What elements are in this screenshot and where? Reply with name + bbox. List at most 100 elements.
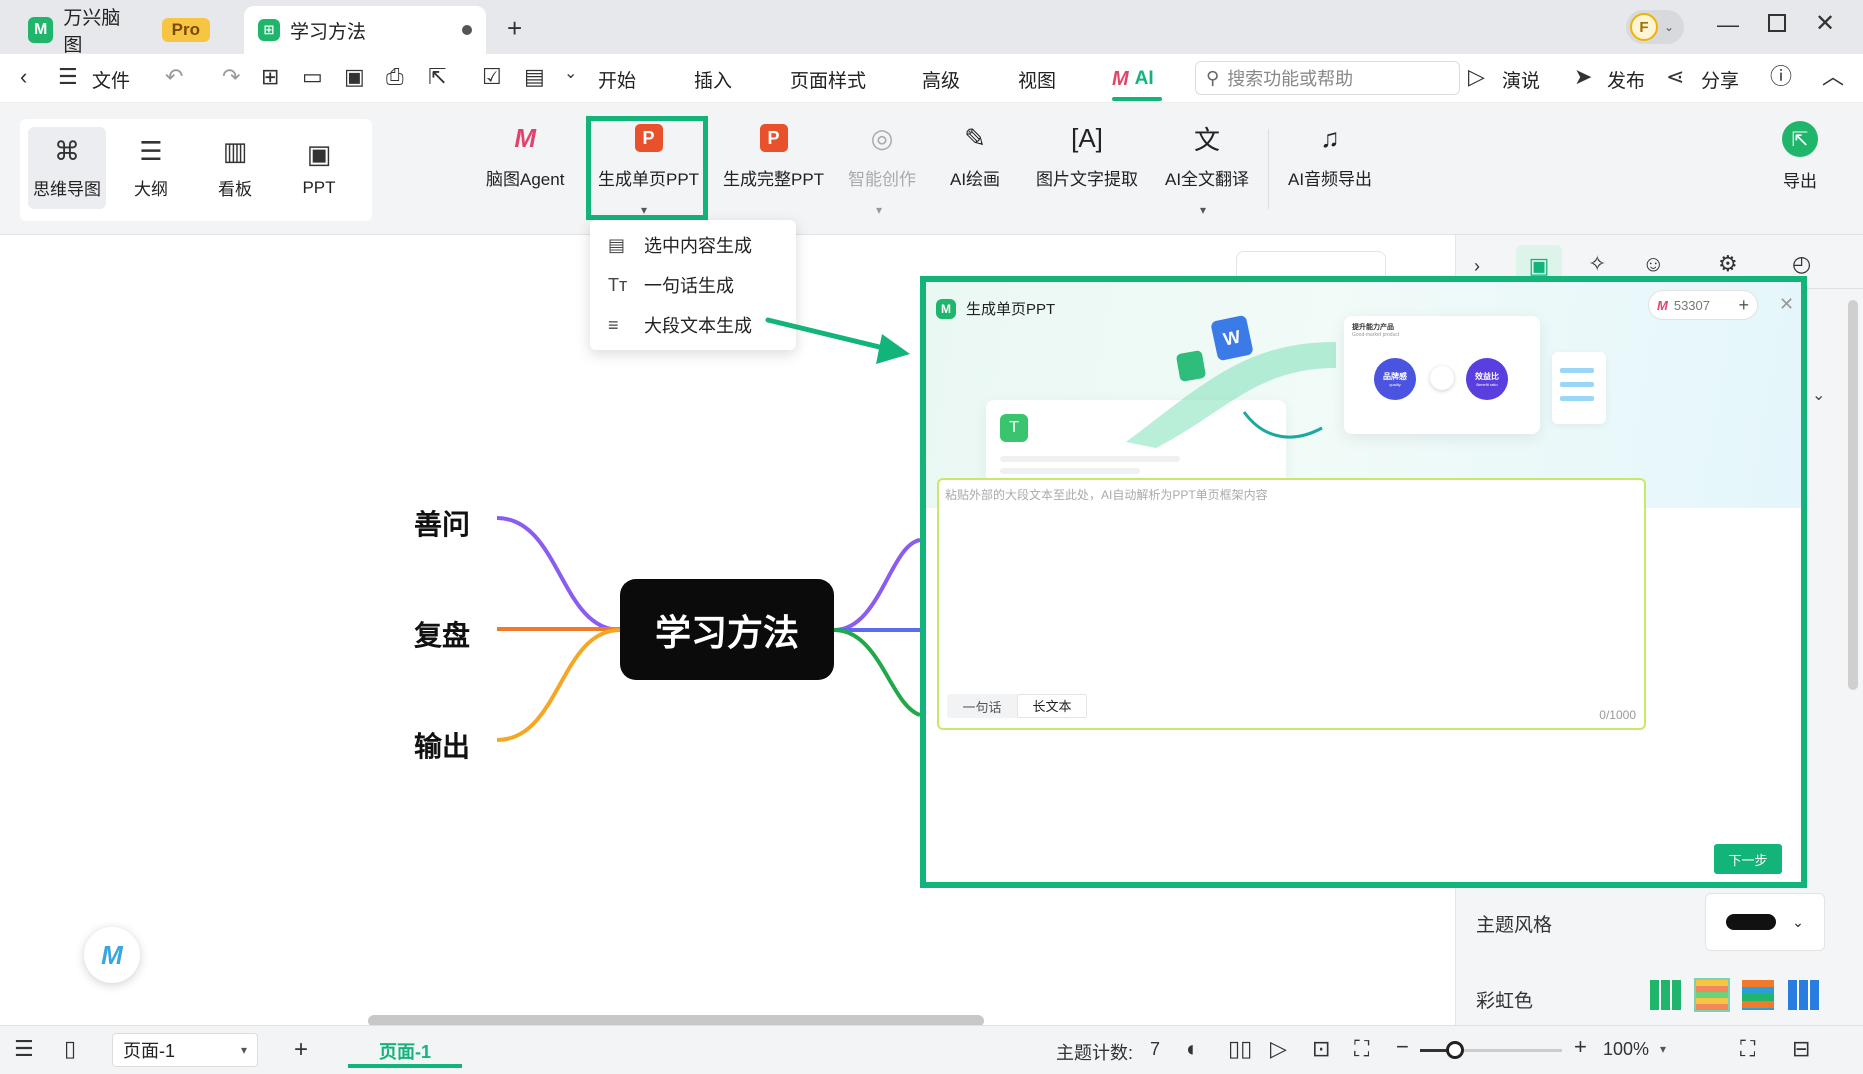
undo-icon[interactable]: ↶ — [165, 66, 183, 88]
zoom-in-icon[interactable]: + — [1574, 1036, 1587, 1058]
page-tab-active[interactable]: 页面-1 — [348, 1032, 462, 1068]
panel-chevron-down-icon[interactable]: ⌄ — [1812, 385, 1825, 405]
file-menu[interactable]: 文件 — [92, 66, 130, 93]
collapse-ribbon-icon[interactable]: ︿ — [1822, 66, 1844, 88]
ai-sparkle-icon[interactable]: ✧ — [1588, 253, 1606, 275]
theme-style-select[interactable]: ⌄ — [1705, 893, 1825, 951]
mode-one-sentence-tab[interactable]: 一句话 — [947, 697, 1017, 716]
root-topic[interactable]: 学习方法 — [620, 579, 834, 680]
fit-page-icon[interactable]: ⊡ — [1312, 1038, 1330, 1060]
outline-toggle-icon[interactable]: ☰ — [14, 1038, 34, 1060]
rainbow-swatch-3[interactable] — [1742, 980, 1774, 1010]
view-kanban[interactable]: ▥ 看板 — [196, 127, 274, 209]
publish-icon[interactable]: ➤ — [1574, 66, 1592, 88]
zoom-chevron-icon[interactable]: ▾ — [1660, 1042, 1666, 1056]
document-tab[interactable]: ⊞ 学习方法 — [244, 6, 486, 54]
mind-agent-button[interactable]: M 脑图Agent — [486, 121, 564, 190]
unsaved-dot-icon[interactable] — [462, 25, 472, 35]
save-icon[interactable]: ▣ — [344, 66, 365, 88]
account-menu[interactable]: F ⌄ — [1626, 10, 1684, 44]
open-folder-icon[interactable]: ▭ — [302, 66, 323, 88]
print-icon[interactable]: ⎙ — [386, 66, 404, 88]
dialog-close-icon[interactable]: ✕ — [1779, 294, 1794, 315]
view-outline[interactable]: ☰ 大纲 — [112, 127, 190, 209]
close-icon[interactable]: ✕ — [1815, 12, 1835, 36]
history-icon[interactable]: ◴ — [1792, 253, 1811, 275]
page-select[interactable]: 页面-1 ▾ — [112, 1033, 258, 1067]
fullscreen-icon[interactable]: ⛶ — [1740, 1038, 1755, 1060]
ocr-button[interactable]: [A] 图片文字提取 — [1036, 121, 1138, 190]
next-step-button[interactable]: 下一步 — [1714, 844, 1782, 874]
page-view-icon[interactable]: ▯ — [64, 1038, 76, 1060]
present-icon[interactable]: ▷ — [1468, 66, 1485, 88]
menu-ai[interactable]: M AI — [1112, 62, 1154, 96]
menu-insert[interactable]: 插入 — [694, 66, 732, 93]
export-button[interactable]: ⇱ 导出 — [1782, 121, 1818, 192]
collapse-panel-icon[interactable]: ⊟ — [1792, 1038, 1810, 1060]
dd-from-selection[interactable]: ▤ 选中内容生成 — [608, 232, 752, 258]
present-button[interactable]: 演说 — [1502, 66, 1540, 93]
panel-collapse-icon[interactable]: › — [1474, 257, 1480, 275]
help-icon[interactable]: ⓘ — [1770, 66, 1792, 88]
redo-icon[interactable]: ↷ — [222, 66, 240, 88]
branch-shuchu[interactable]: 输出 — [414, 725, 470, 765]
view-ppt[interactable]: ▣ PPT — [280, 127, 358, 209]
book-icon[interactable]: ▯▯ — [1228, 1038, 1252, 1060]
share-button[interactable]: 分享 — [1701, 66, 1739, 93]
more-chevron-icon[interactable]: ⌄ — [564, 66, 577, 82]
menu-view[interactable]: 视图 — [1018, 66, 1056, 93]
ai-translate-button[interactable]: 文 AI全文翻译 — [1165, 121, 1249, 190]
app-home-tab[interactable]: M 万兴脑图 Pro — [14, 6, 224, 56]
illus-bubble-right-text: 效益比 — [1475, 372, 1499, 381]
view-mindmap[interactable]: ⌘ 思维导图 — [28, 127, 106, 209]
menu-page-style[interactable]: 页面样式 — [790, 66, 866, 93]
menu-start[interactable]: 开始 — [598, 66, 636, 93]
hamburger-icon[interactable]: ☰ — [58, 66, 78, 88]
panel-scrollbar[interactable] — [1848, 300, 1858, 690]
zoom-slider-handle[interactable] — [1446, 1041, 1464, 1059]
theme-toggle-icon[interactable]: ◐ — [1186, 1038, 1199, 1060]
rainbow-label: 彩虹色 — [1476, 991, 1534, 1012]
ai-audio-export-button[interactable]: ♫ AI音频导出 — [1288, 121, 1372, 190]
emoji-icon[interactable]: ☺ — [1642, 253, 1664, 275]
save-as-icon[interactable]: ▤ — [524, 66, 545, 88]
maximize-icon[interactable] — [1768, 14, 1786, 32]
dd-from-sentence[interactable]: Tт 一句话生成 — [608, 272, 734, 298]
ai-painting-button[interactable]: ✎ AI绘画 — [950, 121, 1000, 190]
long-text-textarea[interactable]: 粘贴外部的大段文本至此处，AI自动解析为PPT单页框架内容 一句话 长文本 0/… — [937, 478, 1646, 730]
add-credits-icon[interactable]: + — [1738, 295, 1749, 316]
branch-fupan[interactable]: 复盘 — [414, 614, 470, 654]
back-icon[interactable]: ‹ — [20, 66, 27, 88]
mode-long-text-tab[interactable]: 长文本 — [1017, 694, 1087, 718]
new-icon[interactable]: ⊞ — [261, 66, 279, 88]
search-input[interactable]: 搜索功能或帮助 — [1227, 65, 1353, 91]
export-file-icon[interactable]: ⇱ — [428, 66, 446, 88]
page-select-value: 页面-1 — [123, 1041, 176, 1061]
rainbow-swatch-4[interactable] — [1788, 980, 1820, 1010]
zoom-level[interactable]: 100% — [1603, 1039, 1649, 1060]
smart-create-button[interactable]: ◎ 智能创作 — [848, 121, 916, 190]
new-tab-plus-icon[interactable]: + — [507, 15, 522, 41]
minimize-icon[interactable]: — — [1717, 14, 1739, 36]
audio-file-icon: ♫ — [1320, 122, 1340, 153]
fullscreen-fit-icon[interactable]: ⛶ — [1354, 1038, 1369, 1060]
branch-shanwen[interactable]: 善问 — [414, 503, 470, 543]
play-icon[interactable]: ▷ — [1270, 1038, 1287, 1060]
full-ppt-button[interactable]: P 生成完整PPT — [723, 121, 824, 190]
add-page-icon[interactable]: + — [294, 1038, 308, 1062]
rainbow-swatch-1[interactable] — [1650, 980, 1682, 1010]
smart-create-dropdown-icon[interactable]: ▾ — [876, 203, 882, 217]
zoom-out-icon[interactable]: − — [1396, 1036, 1409, 1058]
ai-assistant-fab[interactable]: M — [84, 927, 140, 983]
credits-pill[interactable]: M 53307 + — [1648, 290, 1758, 320]
dialog-title: 生成单页PPT — [966, 301, 1056, 318]
publish-button[interactable]: 发布 — [1607, 66, 1645, 93]
rainbow-swatch-2[interactable] — [1694, 978, 1730, 1012]
dd-from-long-text[interactable]: ≡ 大段文本生成 — [608, 312, 752, 338]
settings-icon[interactable]: ⚙ — [1718, 253, 1738, 275]
checkin-icon[interactable]: ☑ — [482, 66, 502, 88]
share-icon[interactable]: ⋖ — [1666, 66, 1684, 88]
menu-advanced[interactable]: 高级 — [922, 66, 960, 93]
translate-dropdown-icon[interactable]: ▾ — [1200, 203, 1206, 217]
search-box[interactable]: ⚲ 搜索功能或帮助 — [1195, 61, 1460, 95]
